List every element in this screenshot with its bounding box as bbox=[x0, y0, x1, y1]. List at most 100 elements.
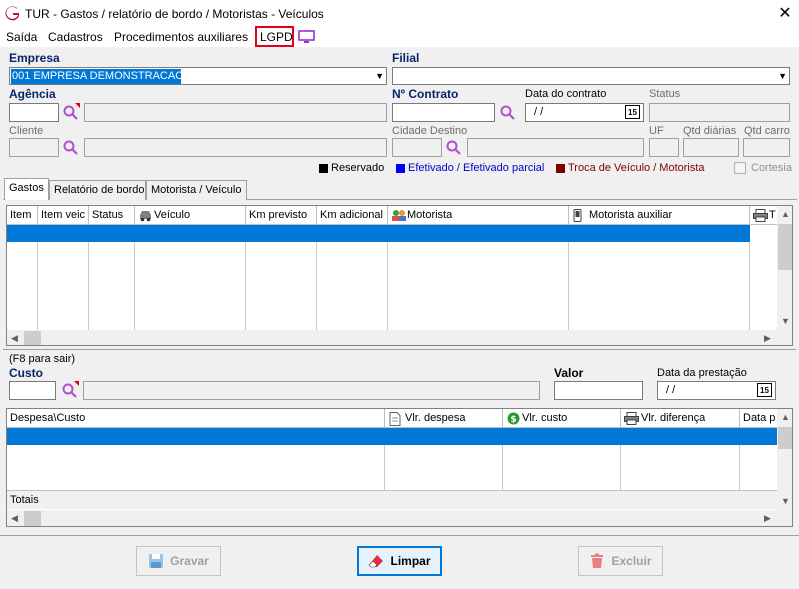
window-title: TUR - Gastos / relatório de bordo / Moto… bbox=[25, 7, 324, 21]
search-icon[interactable] bbox=[62, 103, 80, 121]
despesa-grid[interactable]: Despesa\Custo Vlr. despesa Vlr. custo Vl… bbox=[6, 408, 793, 527]
empresa-value: 001 EMPRESA DEMONSTRACAO bbox=[11, 69, 184, 84]
gastos-grid[interactable]: Item Item veic Status Veículo Km previst… bbox=[6, 205, 793, 346]
scroll-up-icon[interactable]: ▲ bbox=[781, 209, 790, 219]
menu-cadastros[interactable]: Cadastros bbox=[48, 30, 103, 44]
cliente-name-field bbox=[84, 138, 387, 157]
scroll-down-icon[interactable]: ▼ bbox=[781, 496, 790, 506]
scroll-left-icon[interactable]: ◀ bbox=[11, 513, 18, 524]
filial-select[interactable]: ▼ bbox=[392, 67, 790, 85]
col-motorista[interactable]: Motorista bbox=[388, 206, 569, 225]
tab-motorista-veiculo[interactable]: Motorista / Veículo bbox=[146, 180, 247, 200]
monitor-icon[interactable] bbox=[298, 30, 315, 44]
eraser-icon bbox=[369, 555, 384, 568]
legend-swatch-efetivado bbox=[396, 164, 405, 173]
status-field bbox=[649, 103, 790, 122]
svg-text:$: $ bbox=[510, 415, 516, 425]
qtd-diarias-label: Qtd diárias bbox=[683, 125, 737, 137]
footer-divider bbox=[0, 535, 799, 536]
document-icon bbox=[389, 412, 401, 426]
col-motorista-auxiliar[interactable]: Motorista auxiliar bbox=[569, 206, 750, 225]
data-contrato-label: Data do contrato bbox=[525, 88, 607, 100]
search-icon[interactable] bbox=[445, 138, 463, 156]
tab-gastos[interactable]: Gastos bbox=[4, 178, 49, 200]
valor-label: Valor bbox=[554, 366, 584, 380]
col-data-p[interactable]: Data p bbox=[740, 409, 777, 428]
contrato-field[interactable] bbox=[392, 103, 495, 122]
custo-name-field bbox=[83, 381, 540, 400]
legend-efetivado: Efetivado / Efetivado parcial bbox=[408, 162, 545, 174]
calendar-icon[interactable]: 15 bbox=[757, 383, 772, 397]
col-status[interactable]: Status bbox=[89, 206, 135, 225]
chevron-down-icon: ▼ bbox=[375, 71, 384, 81]
grid1-vertical-scrollbar[interactable]: ▲ ▼ bbox=[777, 206, 792, 330]
legend-swatch-reservado bbox=[319, 164, 328, 173]
gravar-button[interactable]: Gravar bbox=[136, 546, 221, 576]
col-vlr-custo[interactable]: Vlr. custo bbox=[503, 409, 621, 428]
table-row-selected[interactable] bbox=[7, 428, 777, 445]
search-icon[interactable] bbox=[499, 103, 517, 121]
qtd-carro-label: Qtd carro bbox=[744, 125, 790, 137]
menu-procedimentos-auxiliares[interactable]: Procedimentos auxiliares bbox=[114, 30, 248, 44]
cliente-code-field bbox=[9, 138, 59, 157]
scroll-down-icon[interactable]: ▼ bbox=[781, 316, 790, 326]
agencia-label: Agência bbox=[9, 87, 56, 101]
legend-swatch-troca bbox=[556, 164, 565, 173]
grid2-vertical-scrollbar[interactable]: ▲ ▼ bbox=[777, 409, 792, 510]
menu-lgpd[interactable]: LGPD bbox=[260, 30, 293, 44]
excluir-label: Excluir bbox=[611, 554, 652, 568]
calendar-icon[interactable]: 15 bbox=[625, 105, 640, 119]
scroll-right-icon[interactable]: ▶ bbox=[764, 333, 771, 344]
agencia-code-field[interactable] bbox=[9, 103, 59, 122]
printer-icon bbox=[624, 412, 639, 425]
col-vlr-despesa[interactable]: Vlr. despesa bbox=[385, 409, 503, 428]
totals-label: Totais bbox=[10, 494, 39, 506]
cliente-label: Cliente bbox=[9, 125, 44, 137]
grid1-horizontal-scrollbar[interactable]: ◀ ▶ bbox=[7, 330, 777, 345]
scroll-thumb[interactable] bbox=[24, 331, 41, 345]
tab-relatorio-bordo[interactable]: Relatório de bordo bbox=[49, 180, 146, 200]
limpar-button[interactable]: Limpar bbox=[357, 546, 442, 576]
close-button[interactable]: ✕ bbox=[775, 4, 795, 24]
status-label: Status bbox=[649, 88, 681, 100]
scroll-thumb[interactable] bbox=[778, 427, 792, 449]
trash-icon bbox=[591, 553, 604, 568]
cidade-destino-label: Cidade Destino bbox=[392, 125, 468, 137]
scroll-left-icon[interactable]: ◀ bbox=[11, 333, 18, 344]
empresa-select[interactable]: 001 EMPRESA DEMONSTRACAO ▼ bbox=[9, 67, 387, 85]
menu-saida[interactable]: Saída bbox=[6, 30, 37, 44]
car-icon bbox=[140, 211, 151, 222]
scroll-thumb[interactable] bbox=[24, 511, 41, 526]
gravar-label: Gravar bbox=[170, 554, 209, 568]
valor-field[interactable] bbox=[554, 381, 643, 400]
custo-label: Custo bbox=[9, 366, 43, 380]
data-prestacao-value: / / bbox=[666, 384, 676, 396]
legend-troca: Troca de Veículo / Motorista bbox=[568, 162, 705, 174]
cidade-code-field bbox=[392, 138, 442, 157]
data-contrato-value: / / bbox=[534, 106, 544, 118]
col-km-adicional[interactable]: Km adicional bbox=[317, 206, 388, 225]
cidade-name-field bbox=[467, 138, 644, 157]
excluir-button[interactable]: Excluir bbox=[578, 546, 663, 576]
save-icon bbox=[149, 554, 164, 568]
qtd-carro-field bbox=[743, 138, 790, 157]
empresa-label: Empresa bbox=[9, 51, 60, 65]
scroll-right-icon[interactable]: ▶ bbox=[764, 513, 771, 524]
col-despesa-custo[interactable]: Despesa\Custo bbox=[7, 409, 385, 428]
chevron-down-icon: ▼ bbox=[778, 71, 787, 81]
col-item[interactable]: Item bbox=[7, 206, 38, 225]
money-icon: $ bbox=[507, 412, 520, 425]
grid2-horizontal-scrollbar[interactable]: ◀ ▶ bbox=[7, 510, 777, 526]
scroll-thumb[interactable] bbox=[778, 224, 792, 270]
search-icon[interactable] bbox=[61, 381, 79, 399]
cortesia-checkbox[interactable] bbox=[734, 162, 746, 174]
driver-icon bbox=[392, 210, 406, 221]
custo-code-field[interactable] bbox=[9, 381, 56, 400]
scroll-up-icon[interactable]: ▲ bbox=[781, 412, 790, 422]
totals-row: Totais bbox=[7, 490, 777, 509]
search-icon[interactable] bbox=[62, 138, 80, 156]
col-km-previsto[interactable]: Km previsto bbox=[246, 206, 317, 225]
uf-field bbox=[649, 138, 679, 157]
col-item-veic[interactable]: Item veic bbox=[38, 206, 89, 225]
table-row-selected[interactable] bbox=[7, 225, 750, 242]
